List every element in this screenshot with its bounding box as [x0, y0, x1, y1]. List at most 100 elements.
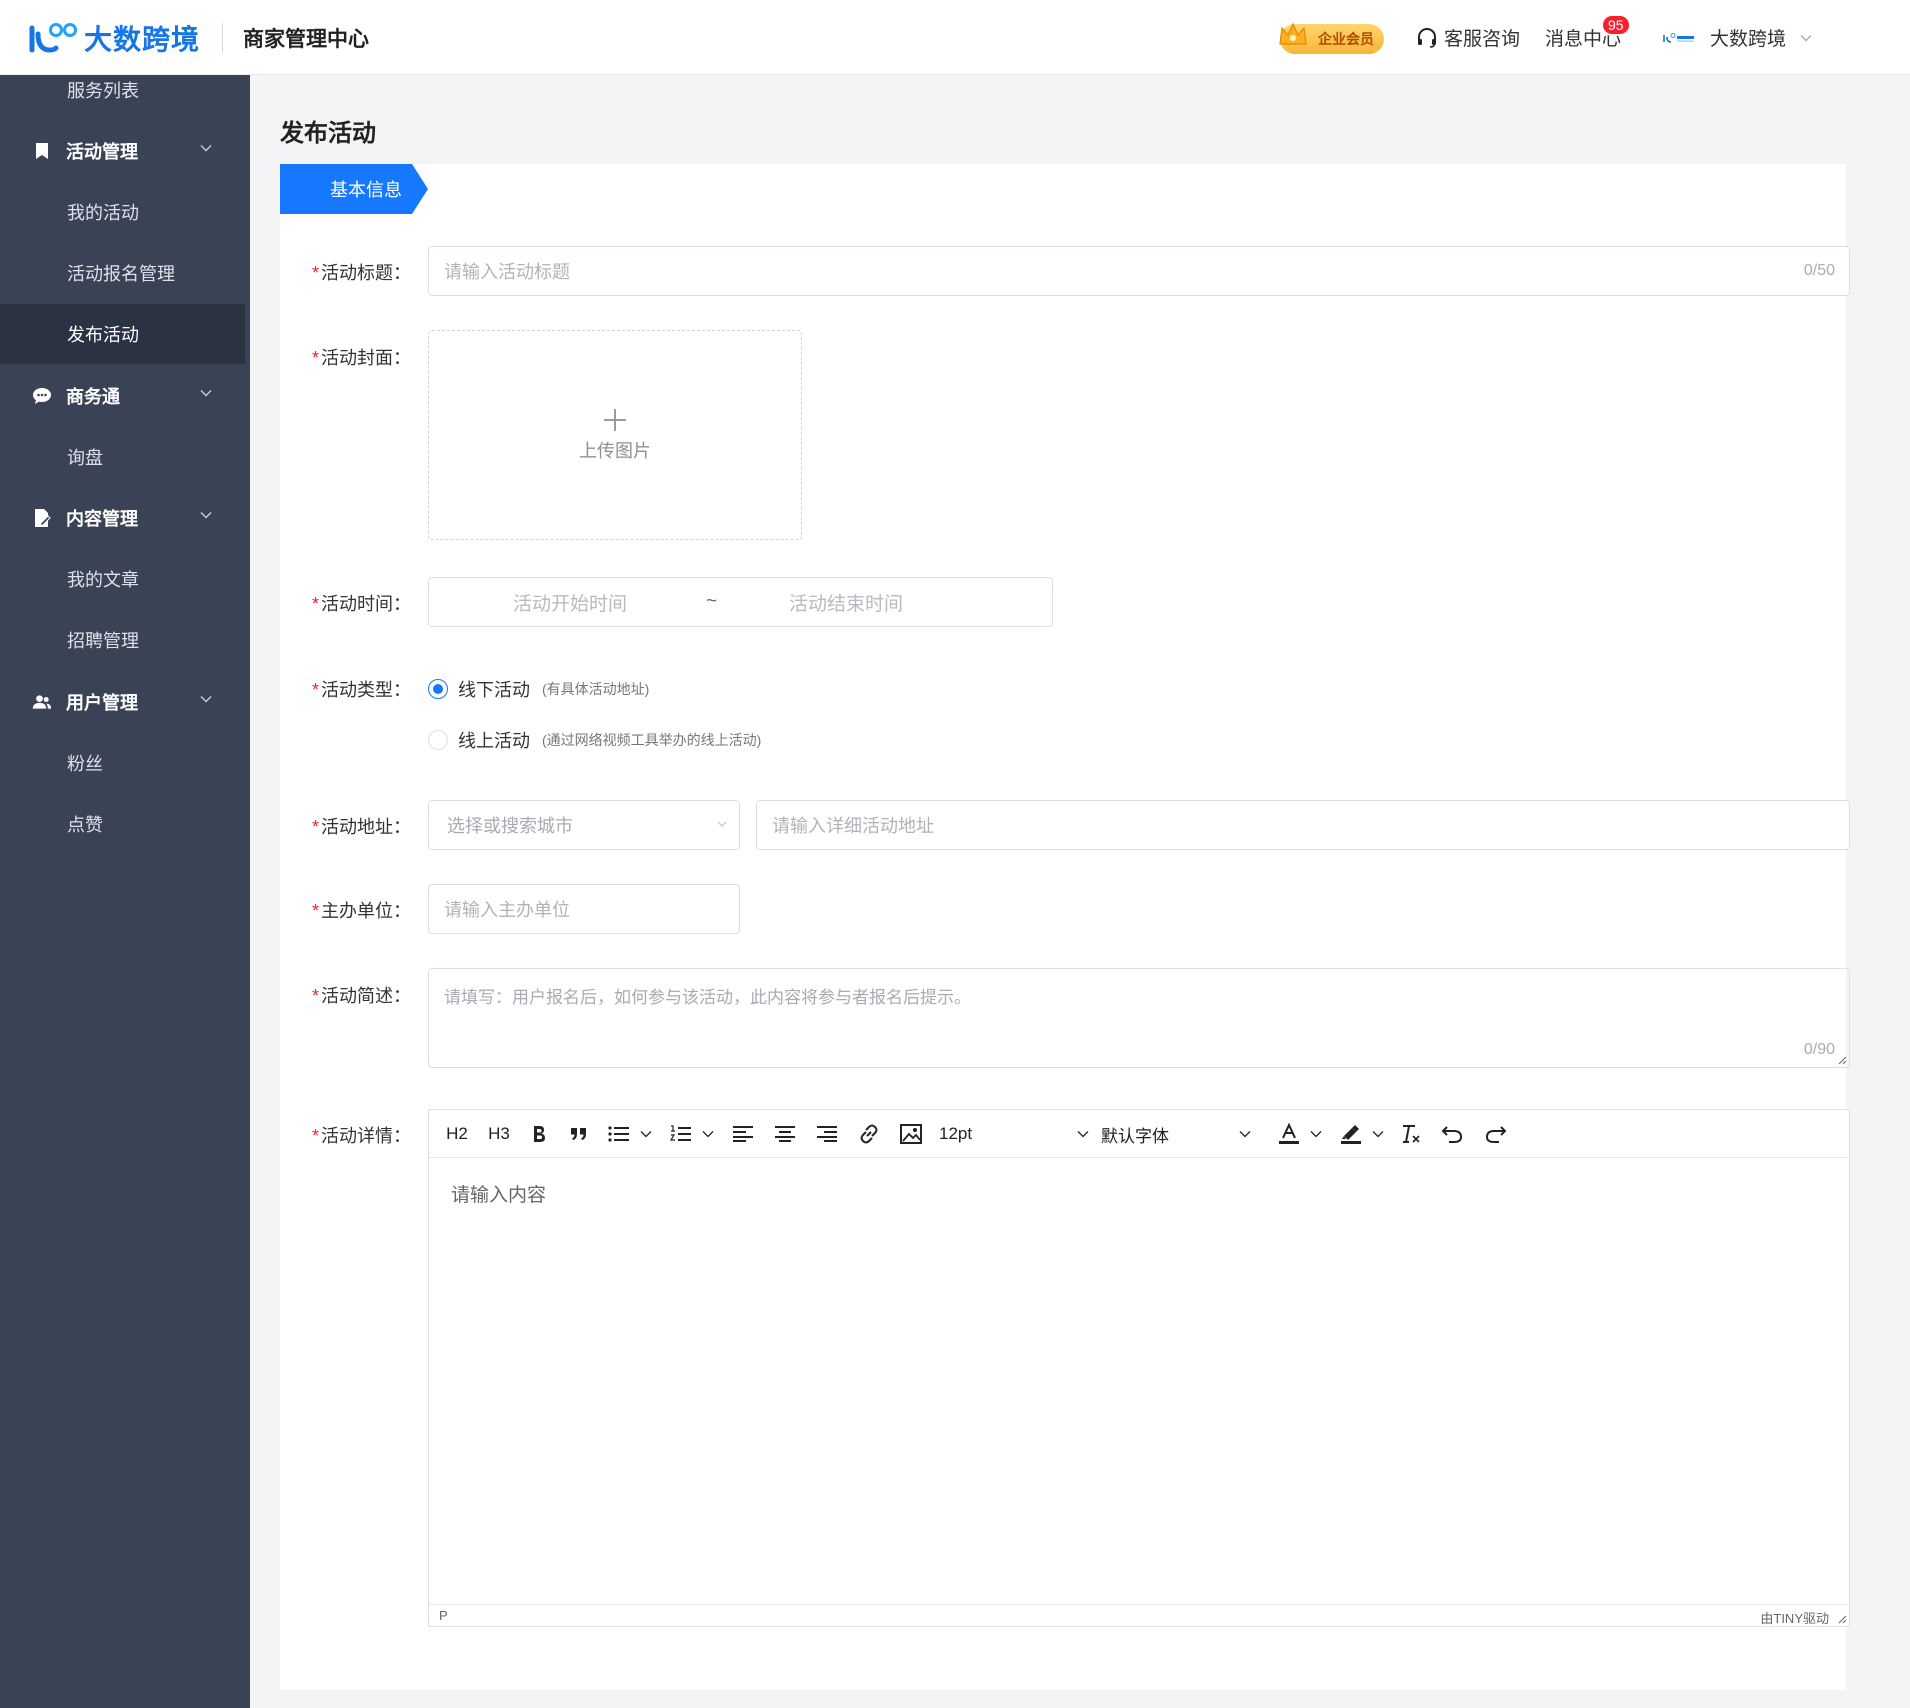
organizer-input[interactable]: 请输入主办单位 [428, 884, 740, 934]
editor-statusbar: P 由TINY驱动 [429, 1604, 1849, 1626]
user-menu[interactable]: 大数跨境 [1662, 0, 1812, 75]
sidebar-group-label: 用户管理 [66, 693, 138, 713]
chevron-down-icon [1310, 1131, 1322, 1138]
image-button[interactable] [899, 1120, 923, 1148]
radio-label: 线上活动 [458, 731, 530, 751]
sidebar-group-label: 商务通 [66, 387, 120, 407]
heading3-button[interactable]: H3 [485, 1120, 513, 1148]
page-title: 发布活动 [280, 120, 376, 147]
clear-format-button[interactable] [1399, 1120, 1423, 1148]
chevron-down-icon [1800, 34, 1812, 41]
organizer-label: * 主办单位： [312, 901, 412, 921]
sidebar-group-activity[interactable]: 活动管理 [0, 121, 250, 181]
numbered-list-button[interactable] [669, 1120, 715, 1148]
element-path[interactable]: P [439, 1608, 448, 1623]
font-size-select[interactable]: 12pt [939, 1120, 1089, 1148]
tab-basic-info[interactable]: 基本信息 [280, 164, 428, 214]
customer-service-link[interactable]: 客服咨询 [1416, 0, 1520, 75]
text-color-button[interactable] [1275, 1120, 1325, 1148]
sidebar-item-label: 粉丝 [67, 754, 103, 774]
undo-button[interactable] [1439, 1120, 1465, 1148]
chevron-down-icon [200, 696, 212, 703]
sidebar-item-service-list[interactable]: 服务列表 [0, 75, 250, 105]
radio-online[interactable]: 线上活动 (通过网络视频工具举办的线上活动) [428, 727, 761, 753]
editor-brand-link[interactable]: 由TINY驱动 [1760, 1608, 1829, 1627]
cover-upload[interactable]: 上传图片 [428, 330, 802, 540]
blockquote-button[interactable] [567, 1120, 591, 1148]
tab-label: 基本信息 [330, 180, 402, 200]
detail-label: * 活动详情： [312, 1126, 412, 1146]
align-center-button[interactable] [773, 1120, 797, 1148]
form-card: 基本信息 * 活动标题： 请输入活动标题 0/50 * 活动封面： 上传图片 * 活动… [280, 164, 1850, 1690]
sidebar-item-fans[interactable]: 粉丝 [0, 733, 250, 793]
sidebar-item-my-activity[interactable]: 我的活动 [0, 182, 250, 242]
sidebar-item-publish-activity[interactable]: 发布活动 [0, 304, 245, 364]
users-icon [32, 692, 52, 712]
align-right-icon [817, 1126, 837, 1142]
summary-textarea[interactable]: 请填写：用户报名后，如何参与该活动，此内容将参与者报名后提示。 0/90 [428, 968, 1850, 1068]
input-placeholder: 请输入详细活动地址 [772, 816, 934, 836]
numbered-list-icon [670, 1125, 691, 1141]
sidebar-item-label: 我的活动 [67, 203, 139, 223]
rich-text-editor[interactable]: H2 H3 12pt 默认字体 请输入内容 P 由TINY驱动 [428, 1109, 1850, 1627]
city-select[interactable]: 选择或搜索城市 [428, 800, 740, 850]
activity-title-input[interactable]: 请输入活动标题 0/50 [428, 246, 1850, 296]
chevron-down-icon [1239, 1131, 1251, 1138]
logo[interactable]: 大数跨境 商家管理中心 [28, 18, 369, 58]
cover-label: * 活动封面： [312, 348, 412, 368]
crown-icon [1279, 22, 1307, 45]
chevron-down-icon [200, 512, 212, 519]
start-date-input[interactable]: 活动开始时间 [513, 589, 627, 616]
sidebar-group-business[interactable]: 商务通 [0, 366, 250, 426]
radio-button[interactable] [428, 730, 448, 750]
sidebar-item-label: 我的文章 [67, 570, 139, 590]
sidebar-item-activity-registration[interactable]: 活动报名管理 [0, 243, 250, 303]
resize-handle-icon[interactable] [1837, 1055, 1847, 1065]
font-size-value: 12pt [939, 1124, 973, 1143]
sidebar-item-recruitment[interactable]: 招聘管理 [0, 610, 250, 670]
sidebar-item-likes[interactable]: 点赞 [0, 794, 250, 854]
sidebar-group-content[interactable]: 内容管理 [0, 488, 250, 548]
align-right-button[interactable] [815, 1120, 839, 1148]
sidebar-group-label: 内容管理 [66, 509, 138, 529]
chevron-down-icon [1077, 1131, 1089, 1138]
date-range-picker[interactable]: 活动开始时间 ~ 活动结束时间 [428, 577, 1053, 627]
user-avatar-icon [1662, 31, 1696, 45]
end-date-input[interactable]: 活动结束时间 [789, 589, 903, 616]
document-edit-icon [32, 508, 52, 528]
top-header: 大数跨境 商家管理中心 企业会员 客服咨询 消息中心 95 大数跨境 [0, 0, 1910, 75]
bullet-list-button[interactable] [607, 1120, 653, 1148]
font-family-select[interactable]: 默认字体 [1101, 1120, 1251, 1148]
sidebar-group-users[interactable]: 用户管理 [0, 672, 250, 732]
radio-offline[interactable]: 线下活动 (有具体活动地址) [428, 676, 649, 702]
align-left-button[interactable] [731, 1120, 755, 1148]
address-detail-input[interactable]: 请输入详细活动地址 [756, 800, 1850, 850]
editor-content-placeholder[interactable]: 请输入内容 [451, 1180, 546, 1207]
title-label: * 活动标题： [312, 263, 412, 283]
resize-handle-icon[interactable] [1837, 1614, 1847, 1624]
char-counter: 0/50 [1803, 262, 1835, 279]
message-center-link[interactable]: 消息中心 [1545, 0, 1621, 75]
undo-icon [1441, 1126, 1463, 1143]
heading2-button[interactable]: H2 [443, 1120, 471, 1148]
chat-icon [32, 386, 52, 406]
vip-label: 企业会员 [1318, 31, 1374, 47]
radio-button[interactable] [428, 679, 448, 699]
sidebar: 服务列表 活动管理 我的活动 活动报名管理 发布活动 商务通 询盘 内容管理 我… [0, 75, 250, 1708]
bold-button[interactable] [527, 1120, 551, 1148]
sidebar-item-label: 点赞 [67, 815, 103, 835]
logo-text: 大数跨境 [84, 24, 201, 55]
sidebar-item-label: 活动报名管理 [67, 264, 175, 284]
sidebar-item-my-articles[interactable]: 我的文章 [0, 549, 250, 609]
sidebar-item-inquiry[interactable]: 询盘 [0, 427, 250, 487]
plus-icon [604, 409, 626, 431]
highlight-color-button[interactable] [1337, 1120, 1387, 1148]
font-family-value: 默认字体 [1101, 1126, 1169, 1146]
clear-format-icon [1403, 1125, 1420, 1143]
quote-icon [571, 1128, 586, 1140]
editor-toolbar: H2 H3 12pt 默认字体 [429, 1110, 1849, 1158]
vip-badge[interactable]: 企业会员 [1279, 22, 1384, 54]
bold-icon [534, 1126, 545, 1142]
link-button[interactable] [857, 1120, 881, 1148]
redo-button[interactable] [1483, 1120, 1509, 1148]
